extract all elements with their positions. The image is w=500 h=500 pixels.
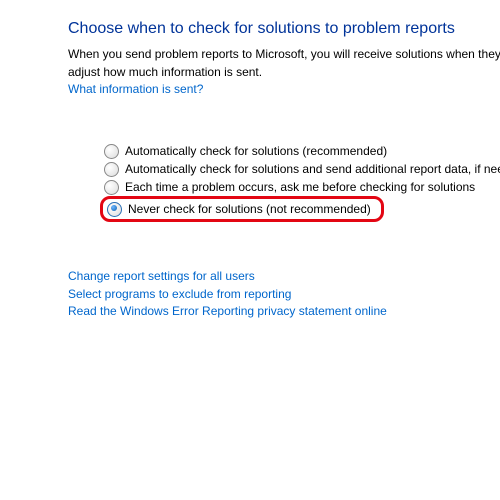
footer-links: Change report settings for all users Sel…: [68, 268, 500, 320]
radio-icon: [104, 162, 119, 177]
change-settings-all-users-link[interactable]: Change report settings for all users: [68, 268, 500, 285]
exclude-programs-link[interactable]: Select programs to exclude from reportin…: [68, 286, 500, 303]
option-label: Automatically check for solutions (recom…: [125, 144, 387, 158]
settings-panel: Choose when to check for solutions to pr…: [0, 0, 500, 321]
option-ask-each-time[interactable]: Each time a problem occurs, ask me befor…: [104, 178, 500, 196]
option-label: Each time a problem occurs, ask me befor…: [125, 180, 475, 194]
description-line-1: When you send problem reports to Microso…: [68, 46, 500, 62]
option-never-check[interactable]: Never check for solutions (not recommend…: [107, 202, 371, 217]
option-label: Automatically check for solutions and se…: [125, 162, 500, 176]
description-line-2: adjust how much information is sent.: [68, 64, 500, 80]
page-title: Choose when to check for solutions to pr…: [68, 20, 500, 38]
option-label: Never check for solutions (not recommend…: [128, 202, 371, 216]
option-auto-check-send-data[interactable]: Automatically check for solutions and se…: [104, 160, 500, 178]
radio-icon-selected: [107, 202, 122, 217]
privacy-statement-link[interactable]: Read the Windows Error Reporting privacy…: [68, 303, 500, 320]
options-group: Automatically check for solutions (recom…: [104, 142, 500, 222]
radio-icon: [104, 180, 119, 195]
what-info-sent-link[interactable]: What information is sent?: [68, 82, 203, 96]
highlight-box: Never check for solutions (not recommend…: [100, 196, 384, 222]
option-auto-check[interactable]: Automatically check for solutions (recom…: [104, 142, 500, 160]
radio-icon: [104, 144, 119, 159]
